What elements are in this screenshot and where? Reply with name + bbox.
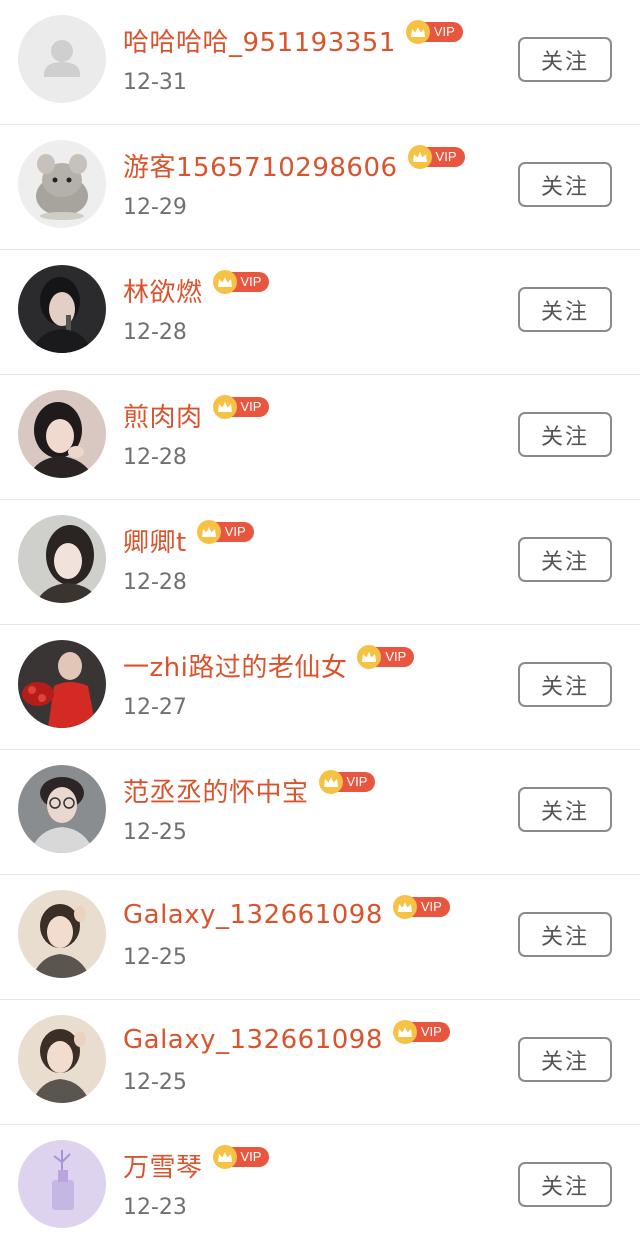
crown-icon bbox=[407, 145, 432, 169]
list-item[interactable]: Galaxy_132661098 VIP 12-25 关注 bbox=[0, 875, 640, 1000]
list-item[interactable]: 卿卿t VIP 12-28 关注 bbox=[0, 500, 640, 625]
follower-list: 哈哈哈哈_951193351 VIP 12-31 关注 游客1565710298… bbox=[0, 0, 640, 1250]
username[interactable]: 哈哈哈哈_951193351 bbox=[123, 22, 396, 59]
crown-icon bbox=[212, 1145, 237, 1169]
vip-badge: VIP bbox=[357, 645, 415, 669]
vip-badge: VIP bbox=[318, 770, 376, 794]
follow-button[interactable]: 关注 bbox=[518, 412, 612, 457]
follow-date: 12-25 bbox=[123, 945, 187, 970]
follow-date: 12-28 bbox=[123, 320, 187, 345]
vip-badge: VIP bbox=[212, 395, 270, 419]
username[interactable]: 范丞丞的怀中宝 bbox=[123, 772, 309, 809]
username[interactable]: 卿卿t bbox=[123, 522, 187, 559]
avatar[interactable] bbox=[18, 390, 106, 478]
avatar[interactable] bbox=[18, 1015, 106, 1103]
follow-button[interactable]: 关注 bbox=[518, 912, 612, 957]
crown-icon bbox=[196, 520, 221, 544]
avatar[interactable] bbox=[18, 515, 106, 603]
avatar[interactable] bbox=[18, 15, 106, 103]
avatar[interactable] bbox=[18, 140, 106, 228]
username[interactable]: 游客1565710298606 bbox=[123, 147, 398, 184]
follow-button[interactable]: 关注 bbox=[518, 537, 612, 582]
default-avatar-icon bbox=[18, 15, 106, 103]
list-item[interactable]: 林欲燃 VIP 12-28 关注 bbox=[0, 250, 640, 375]
follow-button[interactable]: 关注 bbox=[518, 1037, 612, 1082]
list-item[interactable]: 游客1565710298606 VIP 12-29 关注 bbox=[0, 125, 640, 250]
username[interactable]: Galaxy_132661098 bbox=[123, 900, 383, 930]
follow-date: 12-28 bbox=[123, 570, 187, 595]
user-photo bbox=[18, 1015, 106, 1103]
vip-badge: VIP bbox=[407, 145, 465, 169]
username[interactable]: 林欲燃 bbox=[123, 272, 203, 309]
user-photo bbox=[18, 765, 106, 853]
follow-date: 12-28 bbox=[123, 445, 187, 470]
follow-button[interactable]: 关注 bbox=[518, 37, 612, 82]
list-item[interactable]: 万雪琴 VIP 12-23 关注 bbox=[0, 1125, 640, 1250]
crown-icon bbox=[392, 1020, 417, 1044]
username[interactable]: 一zhi路过的老仙女 bbox=[123, 647, 347, 684]
avatar[interactable] bbox=[18, 765, 106, 853]
avatar[interactable] bbox=[18, 1140, 106, 1228]
follow-date: 12-25 bbox=[123, 1070, 187, 1095]
follow-button[interactable]: 关注 bbox=[518, 1162, 612, 1207]
vip-badge: VIP bbox=[196, 520, 254, 544]
user-photo bbox=[18, 1140, 106, 1228]
vip-badge: VIP bbox=[212, 270, 270, 294]
follow-date: 12-31 bbox=[123, 70, 187, 95]
crown-icon bbox=[392, 895, 417, 919]
follow-date: 12-23 bbox=[123, 1195, 187, 1220]
follow-button[interactable]: 关注 bbox=[518, 162, 612, 207]
list-item[interactable]: 煎肉肉 VIP 12-28 关注 bbox=[0, 375, 640, 500]
vip-badge: VIP bbox=[392, 1020, 450, 1044]
user-photo bbox=[18, 265, 106, 353]
username[interactable]: 煎肉肉 bbox=[123, 397, 203, 434]
username[interactable]: 万雪琴 bbox=[123, 1147, 203, 1184]
vip-badge: VIP bbox=[212, 1145, 270, 1169]
follow-date: 12-25 bbox=[123, 820, 187, 845]
vip-badge: VIP bbox=[405, 20, 463, 44]
crown-icon bbox=[405, 20, 430, 44]
vip-badge: VIP bbox=[392, 895, 450, 919]
chinchilla-photo bbox=[18, 140, 106, 228]
follow-date: 12-29 bbox=[123, 195, 187, 220]
list-item[interactable]: 范丞丞的怀中宝 VIP 12-25 关注 bbox=[0, 750, 640, 875]
avatar[interactable] bbox=[18, 640, 106, 728]
list-item[interactable]: Galaxy_132661098 VIP 12-25 关注 bbox=[0, 1000, 640, 1125]
follow-button[interactable]: 关注 bbox=[518, 787, 612, 832]
user-photo bbox=[18, 640, 106, 728]
user-photo bbox=[18, 390, 106, 478]
list-item[interactable]: 哈哈哈哈_951193351 VIP 12-31 关注 bbox=[0, 0, 640, 125]
crown-icon bbox=[212, 395, 237, 419]
crown-icon bbox=[318, 770, 343, 794]
crown-icon bbox=[212, 270, 237, 294]
user-photo bbox=[18, 515, 106, 603]
follow-date: 12-27 bbox=[123, 695, 187, 720]
username[interactable]: Galaxy_132661098 bbox=[123, 1025, 383, 1055]
avatar[interactable] bbox=[18, 265, 106, 353]
avatar[interactable] bbox=[18, 890, 106, 978]
follow-button[interactable]: 关注 bbox=[518, 287, 612, 332]
follow-button[interactable]: 关注 bbox=[518, 662, 612, 707]
user-photo bbox=[18, 890, 106, 978]
list-item[interactable]: 一zhi路过的老仙女 VIP 12-27 关注 bbox=[0, 625, 640, 750]
